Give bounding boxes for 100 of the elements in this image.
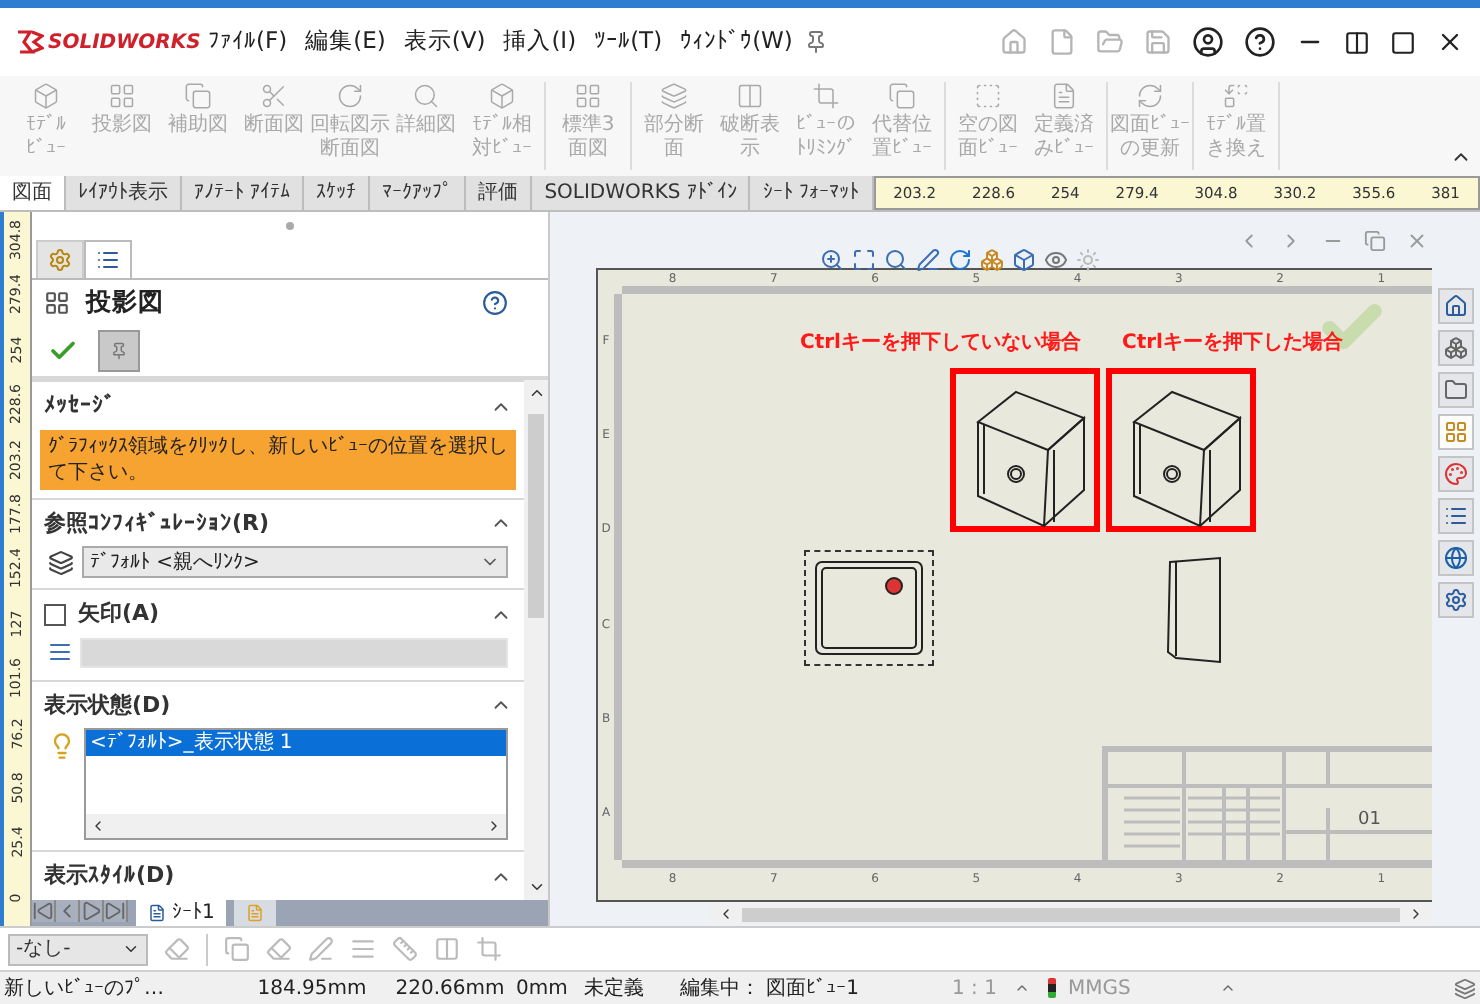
panel-title: 投影図 <box>86 283 164 320</box>
gear-icon[interactable] <box>1438 582 1474 618</box>
annotation-text: Ctrlキーを押下した場合 <box>1122 329 1343 358</box>
sheet-nav-icon[interactable] <box>104 900 128 922</box>
zoom-fit-icon[interactable] <box>852 248 876 272</box>
projected-view-icon <box>44 289 70 315</box>
dashed-square-icon <box>974 82 1002 110</box>
section-title: ﾒｯｾｰｼﾞ <box>44 390 116 422</box>
list-item[interactable]: <ﾃﾞﾌｫﾙﾄ>_表示状態 1 <box>86 730 506 756</box>
cube-icon <box>488 82 516 110</box>
menu-item[interactable]: 編集(E) <box>305 24 386 60</box>
sheet-nav-icon[interactable] <box>32 900 56 922</box>
pin-icon[interactable] <box>804 30 829 54</box>
sheet-icon <box>246 904 265 922</box>
sheet-nav-icon[interactable] <box>56 900 80 922</box>
help-icon[interactable] <box>482 289 508 315</box>
chevron-down-icon <box>122 940 140 958</box>
configuration-dropdown[interactable]: ﾃﾞﾌｫﾙﾄ <親へﾘﾝｸ> <box>82 546 508 578</box>
scroll-up-icon[interactable] <box>527 384 545 402</box>
home-icon[interactable] <box>1438 288 1474 324</box>
help-icon[interactable] <box>1244 26 1276 58</box>
logo-text: SOLIDWORKS <box>48 29 201 57</box>
status-text: 新しいﾋﾞｭｰのﾌﾟ… <box>4 975 166 1003</box>
ribbon-tab[interactable]: 評価 <box>466 176 533 210</box>
rotate-icon[interactable] <box>948 248 972 272</box>
pin-icon <box>110 341 128 359</box>
search-icon <box>412 82 440 110</box>
copy-icon <box>888 82 916 110</box>
crop-icon <box>812 82 840 110</box>
drag-handle-icon <box>286 222 294 230</box>
view-palette-icon[interactable] <box>1438 414 1474 450</box>
scroll-right-icon[interactable] <box>486 818 502 834</box>
ribbon-tab[interactable]: ﾚｲｱｳﾄ表示 <box>66 176 182 210</box>
status-text: 0mm <box>516 975 570 1003</box>
document-icon <box>1050 82 1078 110</box>
menu-item[interactable]: ﾂｰﾙ(T) <box>594 24 663 60</box>
status-text: 未定義 <box>584 975 646 1003</box>
close-icon[interactable] <box>1436 28 1464 56</box>
arrow-label-field[interactable] <box>80 637 508 667</box>
panel-tab[interactable] <box>84 240 132 278</box>
traffic-light-icon <box>1047 978 1056 998</box>
menu-item[interactable]: 挿入(I) <box>503 24 577 60</box>
replace-icon <box>1222 82 1250 110</box>
refresh-icon <box>1136 82 1164 110</box>
box-part-drawing <box>1128 386 1244 530</box>
globe-icon[interactable] <box>1438 540 1474 576</box>
columns-icon <box>736 82 764 110</box>
caret-icon[interactable] <box>1220 980 1236 996</box>
list-icon[interactable] <box>1438 498 1474 534</box>
caret-icon[interactable] <box>1014 980 1031 996</box>
cube-icon[interactable] <box>1012 248 1036 272</box>
scroll-left-icon[interactable] <box>718 906 734 922</box>
grid-icon <box>108 82 136 110</box>
status-dropdown[interactable]: MMGS <box>1068 973 1131 1003</box>
eye-icon[interactable] <box>1044 248 1068 272</box>
maximize-icon[interactable] <box>1390 29 1416 55</box>
ribbon-tab[interactable]: SOLIDWORKS ｱﾄﾞｲﾝ <box>532 176 751 210</box>
scroll-right-icon[interactable] <box>1408 906 1424 922</box>
layer-dropdown[interactable]: -なし- <box>8 933 148 965</box>
menu-item[interactable]: ｳｨﾝﾄﾞｳ(W) <box>680 24 793 60</box>
folder-icon[interactable] <box>1438 372 1474 408</box>
copy-icon <box>184 82 212 110</box>
scissors-icon <box>260 82 288 110</box>
parts-icon[interactable] <box>1438 330 1474 366</box>
configuration-icon <box>48 549 74 575</box>
ribbon-tab[interactable]: ｽｹｯﾁ <box>304 176 371 210</box>
gear-icon <box>48 248 72 272</box>
sheet-icon <box>148 904 166 922</box>
scroll-thumb[interactable] <box>528 414 544 619</box>
status-text: 184.95mm <box>255 975 369 1003</box>
cube-icon <box>32 82 60 110</box>
menu-item[interactable]: ﾌｧｲﾙ(F) <box>208 24 288 60</box>
display-state-icon <box>48 732 76 760</box>
arrow-label-icon <box>48 640 72 664</box>
status-dropdown[interactable]: 1 : 1 <box>952 973 997 1003</box>
boxes-icon[interactable] <box>980 248 1004 272</box>
light-icon[interactable] <box>1076 248 1100 272</box>
arrow-checkbox[interactable] <box>44 603 66 626</box>
search-icon[interactable] <box>884 248 908 272</box>
scroll-down-icon[interactable] <box>527 878 545 896</box>
user-icon[interactable] <box>1192 26 1224 58</box>
menu-item[interactable]: 表示(V) <box>403 24 486 60</box>
appearance-icon[interactable] <box>1438 456 1474 492</box>
pin-button[interactable] <box>98 329 140 371</box>
scroll-left-icon[interactable] <box>90 818 106 834</box>
sheet-number: 01 <box>1358 808 1381 834</box>
ribbon-tab[interactable]: ｼｰﾄ ﾌｫｰﾏｯﾄ <box>750 176 874 210</box>
ribbon-tab[interactable]: 図面 <box>0 176 66 210</box>
section-title: 表示状態(D) <box>44 689 171 721</box>
side-view-drawing <box>1164 556 1224 664</box>
restore-icon[interactable] <box>1344 29 1370 55</box>
sheet-nav-icon[interactable] <box>80 900 104 922</box>
section-title: 参照ｺﾝﾌｨｷﾞｭﾚｰｼｮﾝ(R) <box>44 507 270 539</box>
ribbon-tab[interactable]: ﾏｰｸｱｯﾌﾟ <box>370 176 467 210</box>
sheet-tab[interactable]: ｼｰﾄ1 <box>136 900 227 926</box>
zoom-icon[interactable] <box>820 248 844 272</box>
pen-icon[interactable] <box>916 248 940 272</box>
ribbon-tab[interactable]: ｱﾉﾃｰﾄ ｱｲﾃﾑ <box>182 176 305 210</box>
rotate-icon <box>336 82 364 110</box>
scroll-thumb[interactable] <box>742 907 1400 921</box>
